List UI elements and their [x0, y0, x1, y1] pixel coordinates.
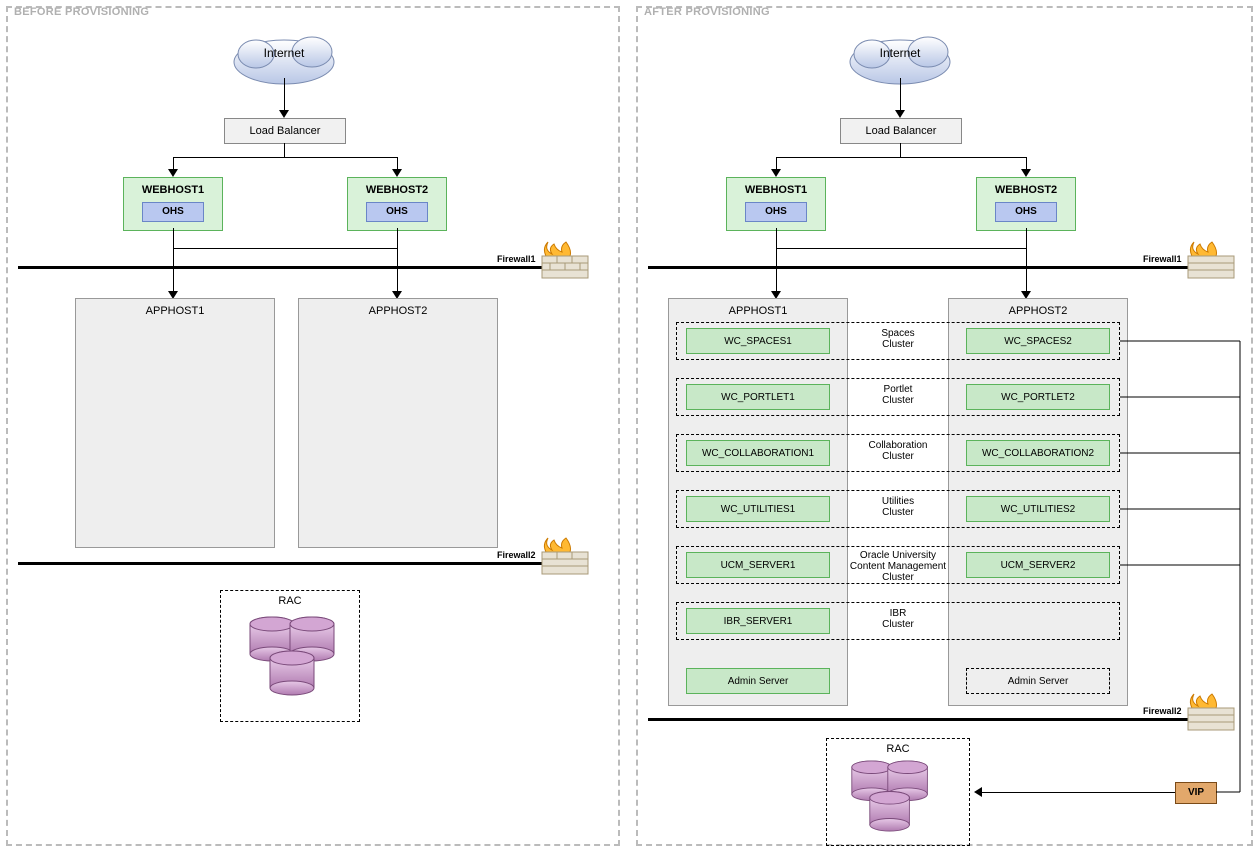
cluster-label: PortletCluster	[833, 384, 963, 406]
cluster-label: Oracle UniversityContent ManagementClust…	[833, 550, 963, 583]
cluster-node: WC_PORTLET1	[686, 384, 830, 410]
cluster-node: WC_UTILITIES1	[686, 496, 830, 522]
cluster-node: WC_COLLABORATION1	[686, 440, 830, 466]
cluster-node: UCM_SERVER1	[686, 552, 830, 578]
cluster-label: UtilitiesCluster	[833, 496, 963, 518]
cluster-node: IBR_SERVER1	[686, 608, 830, 634]
cluster-node: WC_SPACES1	[686, 328, 830, 354]
cluster-label: CollaborationCluster	[833, 440, 963, 462]
cluster-node: WC_PORTLET2	[966, 384, 1110, 410]
cluster-node: UCM_SERVER2	[966, 552, 1110, 578]
cluster-node: WC_SPACES2	[966, 328, 1110, 354]
cluster-node: WC_COLLABORATION2	[966, 440, 1110, 466]
cluster-label: SpacesCluster	[833, 328, 963, 350]
cluster-label: IBRCluster	[833, 608, 963, 630]
bus-lines	[0, 0, 1259, 854]
cluster-node: WC_UTILITIES2	[966, 496, 1110, 522]
